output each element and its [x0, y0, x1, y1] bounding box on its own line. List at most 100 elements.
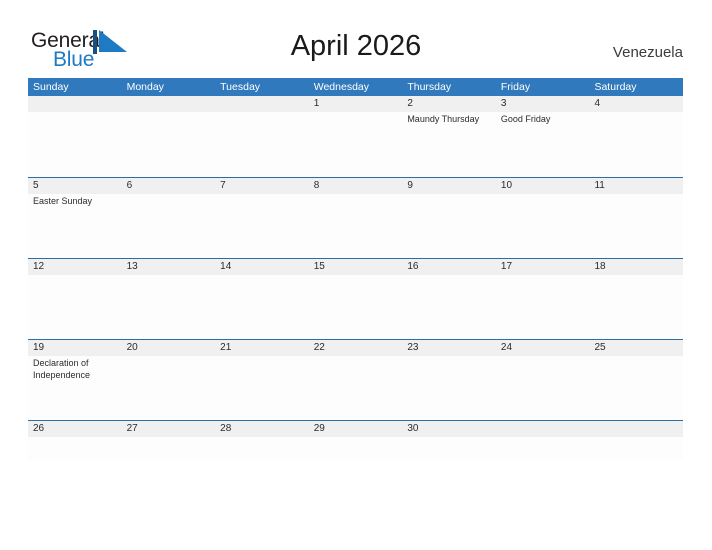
week-event-strip: Maundy Thursday Good Friday	[28, 112, 683, 177]
day-events-29	[309, 437, 403, 461]
day-number-20[interactable]: 20	[122, 340, 216, 356]
day-events-empty-friday	[496, 437, 590, 461]
day-events-empty-sunday	[28, 112, 122, 177]
day-events-24	[496, 356, 590, 420]
week-event-strip	[28, 437, 683, 461]
day-events-28	[215, 437, 309, 461]
day-number-18[interactable]: 18	[589, 259, 683, 275]
holiday-label: Declaration of	[33, 358, 89, 368]
day-events-1	[309, 112, 403, 177]
week-event-strip	[28, 275, 683, 339]
weekday-header-wednesday: Wednesday	[313, 81, 369, 93]
holiday-label: Good Friday	[500, 114, 551, 124]
week-date-strip: 26 27 28 29 30	[28, 421, 683, 437]
day-events-5[interactable]: Easter Sunday	[28, 194, 122, 258]
day-events-2[interactable]: Maundy Thursday	[402, 112, 496, 177]
day-number-14[interactable]: 14	[215, 259, 309, 275]
week-date-strip: 1234	[28, 96, 683, 112]
day-number-8[interactable]: 8	[309, 178, 403, 194]
day-number-10[interactable]: 10	[496, 178, 590, 194]
day-number-12[interactable]: 12	[28, 259, 122, 275]
day-number-6[interactable]: 6	[122, 178, 216, 194]
day-number-2[interactable]: 2	[402, 96, 496, 112]
day-events-19[interactable]: Declaration of Independence	[28, 356, 122, 420]
calendar-weeks: 1 2 3 4 Maundy Thursday Good Friday 5 6 7 8 9 10 11 E…	[28, 96, 683, 461]
day-events-6	[122, 194, 216, 258]
holiday-label: Easter Sunday	[33, 196, 93, 206]
day-number-1[interactable]: 1	[309, 96, 403, 112]
day-number-29[interactable]: 29	[309, 421, 403, 437]
day-number-empty-tuesday	[215, 96, 309, 112]
day-number-7[interactable]: 7	[215, 178, 309, 194]
day-number-28[interactable]: 28	[215, 421, 309, 437]
weekday-header-monday: Monday	[126, 81, 164, 93]
page-title: April 2026	[290, 30, 422, 62]
day-number-19[interactable]: 19	[28, 340, 122, 356]
day-number-empty-saturday	[589, 421, 683, 437]
day-events-22	[309, 356, 403, 420]
day-number-5[interactable]: 5	[28, 178, 122, 194]
calendar-week-row: 1 2 3 4 Maundy Thursday Good Friday	[28, 96, 683, 177]
calendar-grid: Sunday Monday Tuesday Wednesday Thursday…	[28, 78, 683, 461]
day-events-25	[589, 356, 683, 420]
holiday-label: Independence	[33, 369, 91, 380]
day-events-18	[589, 275, 683, 339]
day-events-3[interactable]: Good Friday	[496, 112, 590, 177]
weekday-header-tuesday: Tuesday	[220, 81, 261, 93]
day-events-empty-monday	[122, 112, 216, 177]
page-header: General Blue April 2026 Venezuela	[0, 0, 712, 78]
calendar-week-row: 19 20 21 22 23 24 25 Declaration of Independence	[28, 339, 683, 420]
day-events-15	[309, 275, 403, 339]
day-events-12	[28, 275, 122, 339]
day-events-16	[402, 275, 496, 339]
day-events-8	[309, 194, 403, 258]
week-date-strip: 12 13 14 15 16 17 18	[28, 259, 683, 275]
week-date-strip: 19 20 21 22 23 24 25	[28, 340, 683, 356]
day-number-17[interactable]: 17	[496, 259, 590, 275]
weekday-header-friday: Friday	[500, 81, 531, 93]
day-number-26[interactable]: 26	[28, 421, 122, 437]
day-number-30[interactable]: 30	[402, 421, 496, 437]
day-events-27	[122, 437, 216, 461]
weekday-header-sunday: Sunday	[33, 81, 69, 93]
day-number-4[interactable]: 4	[589, 96, 683, 112]
weekday-header-saturday: Saturday	[594, 81, 637, 93]
day-events-empty-tuesday	[215, 112, 309, 177]
day-events-30	[402, 437, 496, 461]
day-events-9	[402, 194, 496, 258]
day-number-25[interactable]: 25	[589, 340, 683, 356]
day-events-17	[496, 275, 590, 339]
week-event-strip: Easter Sunday	[28, 194, 683, 258]
week-date-strip: 5 6 7 8 9 10 11	[28, 178, 683, 194]
day-events-4	[589, 112, 683, 177]
day-number-21[interactable]: 21	[215, 340, 309, 356]
day-number-13[interactable]: 13	[122, 259, 216, 275]
weekday-header-thursday: Thursday	[407, 81, 452, 93]
day-number-11[interactable]: 11	[589, 178, 683, 194]
day-number-24[interactable]: 24	[496, 340, 590, 356]
day-events-23	[402, 356, 496, 420]
day-number-9[interactable]: 9	[402, 178, 496, 194]
day-number-15[interactable]: 15	[309, 259, 403, 275]
day-events-20	[122, 356, 216, 420]
day-number-23[interactable]: 23	[402, 340, 496, 356]
day-number-22[interactable]: 22	[309, 340, 403, 356]
calendar-week-row: 12 13 14 15 16 17 18	[28, 258, 683, 339]
day-number-16[interactable]: 16	[402, 259, 496, 275]
day-events-26	[28, 437, 122, 461]
day-number-3[interactable]: 3	[496, 96, 590, 112]
calendar-page: General Blue April 2026 Venezuela Sunday…	[0, 0, 712, 550]
calendar-week-row: 5 6 7 8 9 10 11 Easter Sunday	[28, 177, 683, 258]
day-events-21	[215, 356, 309, 420]
day-events-14	[215, 275, 309, 339]
day-events-empty-saturday	[589, 437, 683, 461]
calendar-week-row: 26 27 28 29 30	[28, 420, 683, 461]
country-label: Venezuela	[612, 44, 683, 61]
day-events-7	[215, 194, 309, 258]
day-number-empty-monday	[122, 96, 216, 112]
day-events-10	[496, 194, 590, 258]
day-number-empty-friday	[496, 421, 590, 437]
day-events-11	[589, 194, 683, 258]
day-number-27[interactable]: 27	[122, 421, 216, 437]
holiday-label: Maundy Thursday	[407, 114, 480, 124]
